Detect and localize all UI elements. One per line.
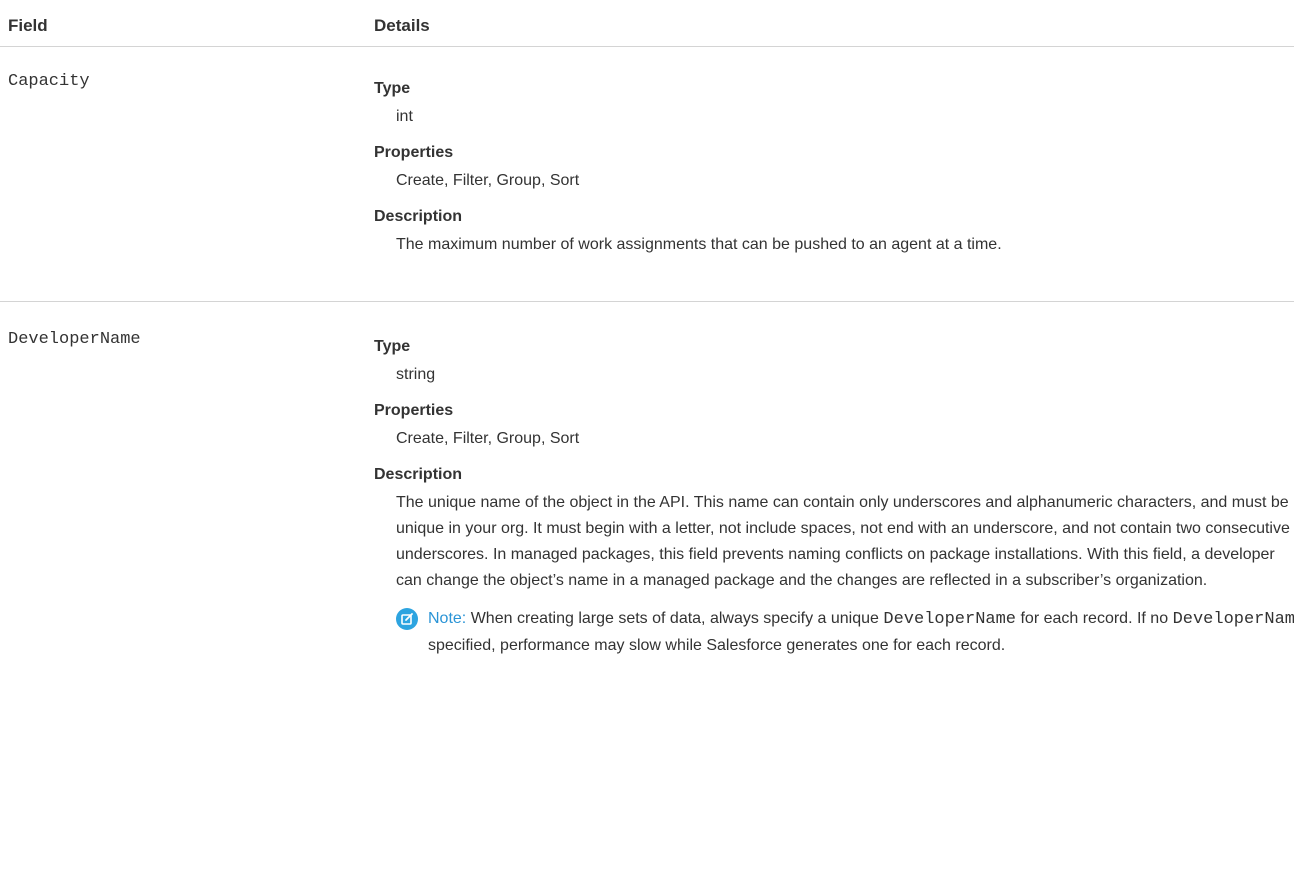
properties-block: Properties Create, Filter, Group, Sort: [374, 400, 1294, 452]
type-block: Type int: [374, 78, 1294, 130]
field-name: DeveloperName: [8, 330, 141, 349]
description-label: Description: [374, 208, 463, 225]
description-block: Description The unique name of the objec…: [374, 464, 1294, 594]
note-text: When creating large sets of data, always…: [470, 610, 879, 627]
description-label: Description: [374, 466, 463, 483]
description-value: The unique name of the object in the API…: [396, 494, 1290, 589]
properties-label: Properties: [374, 144, 454, 161]
type-block: Type string: [374, 336, 1294, 388]
note-code: DeveloperName: [1172, 610, 1294, 629]
edit-note-icon: [396, 608, 418, 630]
table-header: Field Details: [0, 0, 1294, 47]
properties-block: Properties Create, Filter, Group, Sort: [374, 142, 1294, 194]
field-name: Capacity: [8, 72, 90, 91]
note-code: DeveloperName: [883, 610, 1017, 629]
type-label: Type: [374, 338, 411, 355]
properties-value: Create, Filter, Group, Sort: [396, 172, 580, 189]
type-value: int: [396, 108, 413, 125]
properties-value: Create, Filter, Group, Sort: [396, 430, 580, 447]
note-label: Note:: [428, 610, 467, 627]
note-callout: Note: When creating large sets of data, …: [396, 606, 1294, 659]
column-header-details: Details: [374, 16, 430, 35]
type-value: string: [396, 366, 436, 383]
field-details: Type int Properties Create, Filter, Grou…: [374, 78, 1294, 270]
table-row: Capacity Type int Properties Create, Fil…: [0, 46, 1294, 301]
column-header-field: Field: [8, 16, 48, 35]
note-text: for each record. If no: [1020, 610, 1169, 627]
description-block: Description The maximum number of work a…: [374, 206, 1294, 258]
field-details: Type string Properties Create, Filter, G…: [374, 336, 1294, 659]
description-value: The maximum number of work assignments t…: [396, 236, 1002, 253]
table-row: DeveloperName Type string Properties Cre…: [0, 302, 1294, 892]
properties-label: Properties: [374, 402, 454, 419]
type-label: Type: [374, 80, 411, 97]
